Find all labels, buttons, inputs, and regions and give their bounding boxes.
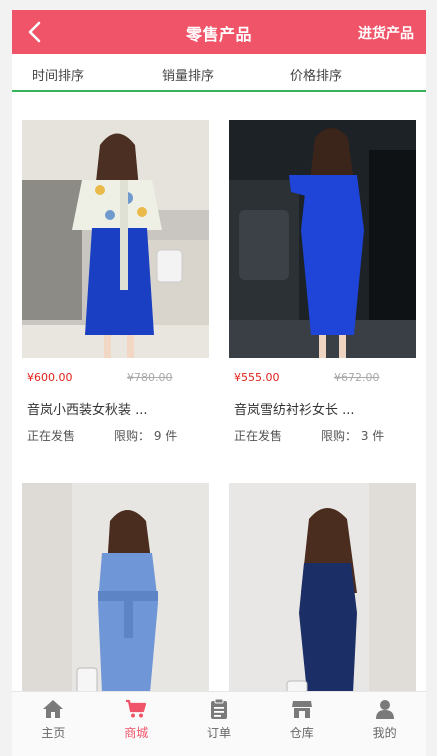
tab-label: 商城 [124,726,149,740]
purchase-limit: 限购： 9 件 [114,429,178,443]
sale-status: 正在发售 [27,429,76,443]
product-image[interactable] [229,483,416,693]
product-image[interactable] [22,483,209,693]
tab-orders[interactable]: 订单 [178,692,261,752]
original-price: ¥672.00 [334,371,380,384]
product-name[interactable]: 音岚小西装女秋装 ... [27,399,205,418]
product-price: ¥555.00 [234,371,280,384]
sort-by-sales-tab[interactable]: 销量排序 [162,65,214,84]
product-price: ¥600.00 [27,371,73,384]
tab-mall[interactable]: 商城 [95,692,178,752]
user-icon [375,700,394,719]
sort-bar: 时间排序 销量排序 价格排序 [12,54,426,92]
product-name[interactable]: 音岚雪纺衬衫女长 ... [234,399,412,418]
purchase-limit: 限购： 3 件 [321,429,385,443]
tab-label: 订单 [206,726,231,740]
home-icon [43,700,64,718]
product-card[interactable]: ¥555.00 ¥672.00 音岚雪纺衬衫女长 ... 正在发售 限购： 3 … [229,120,416,450]
tab-label: 主页 [41,726,66,740]
store-icon [291,701,312,718]
wholesale-products-link[interactable]: 进货产品 [358,23,414,43]
sort-by-time-tab[interactable]: 时间排序 [32,65,84,84]
tab-warehouse[interactable]: 仓库 [260,692,343,752]
price-row: ¥555.00 ¥672.00 [234,371,412,384]
bottom-tab-bar: 主页 商城 订单 仓库 我的 [12,691,426,756]
tab-label: 仓库 [289,726,314,740]
product-card[interactable] [229,483,416,693]
price-row: ¥600.00 ¥780.00 [27,371,205,384]
original-price: ¥780.00 [127,371,173,384]
sale-status: 正在发售 [234,429,283,443]
tab-profile[interactable]: 我的 [343,692,426,752]
product-card[interactable] [22,483,209,693]
product-image[interactable] [229,120,416,358]
sort-by-price-tab[interactable]: 价格排序 [290,65,342,84]
app-frame: 零售产品 进货产品 时间排序 销量排序 价格排序 ¥600.00 ¥780.00… [12,10,426,756]
tab-label: 我的 [372,726,397,740]
cart-icon [126,699,147,718]
product-image[interactable] [22,120,209,358]
tab-home[interactable]: 主页 [12,692,95,752]
clipboard-icon [210,698,227,719]
top-bar: 零售产品 进货产品 [12,10,426,54]
product-card[interactable]: ¥600.00 ¥780.00 音岚小西装女秋装 ... 正在发售 限购： 9 … [22,120,209,450]
